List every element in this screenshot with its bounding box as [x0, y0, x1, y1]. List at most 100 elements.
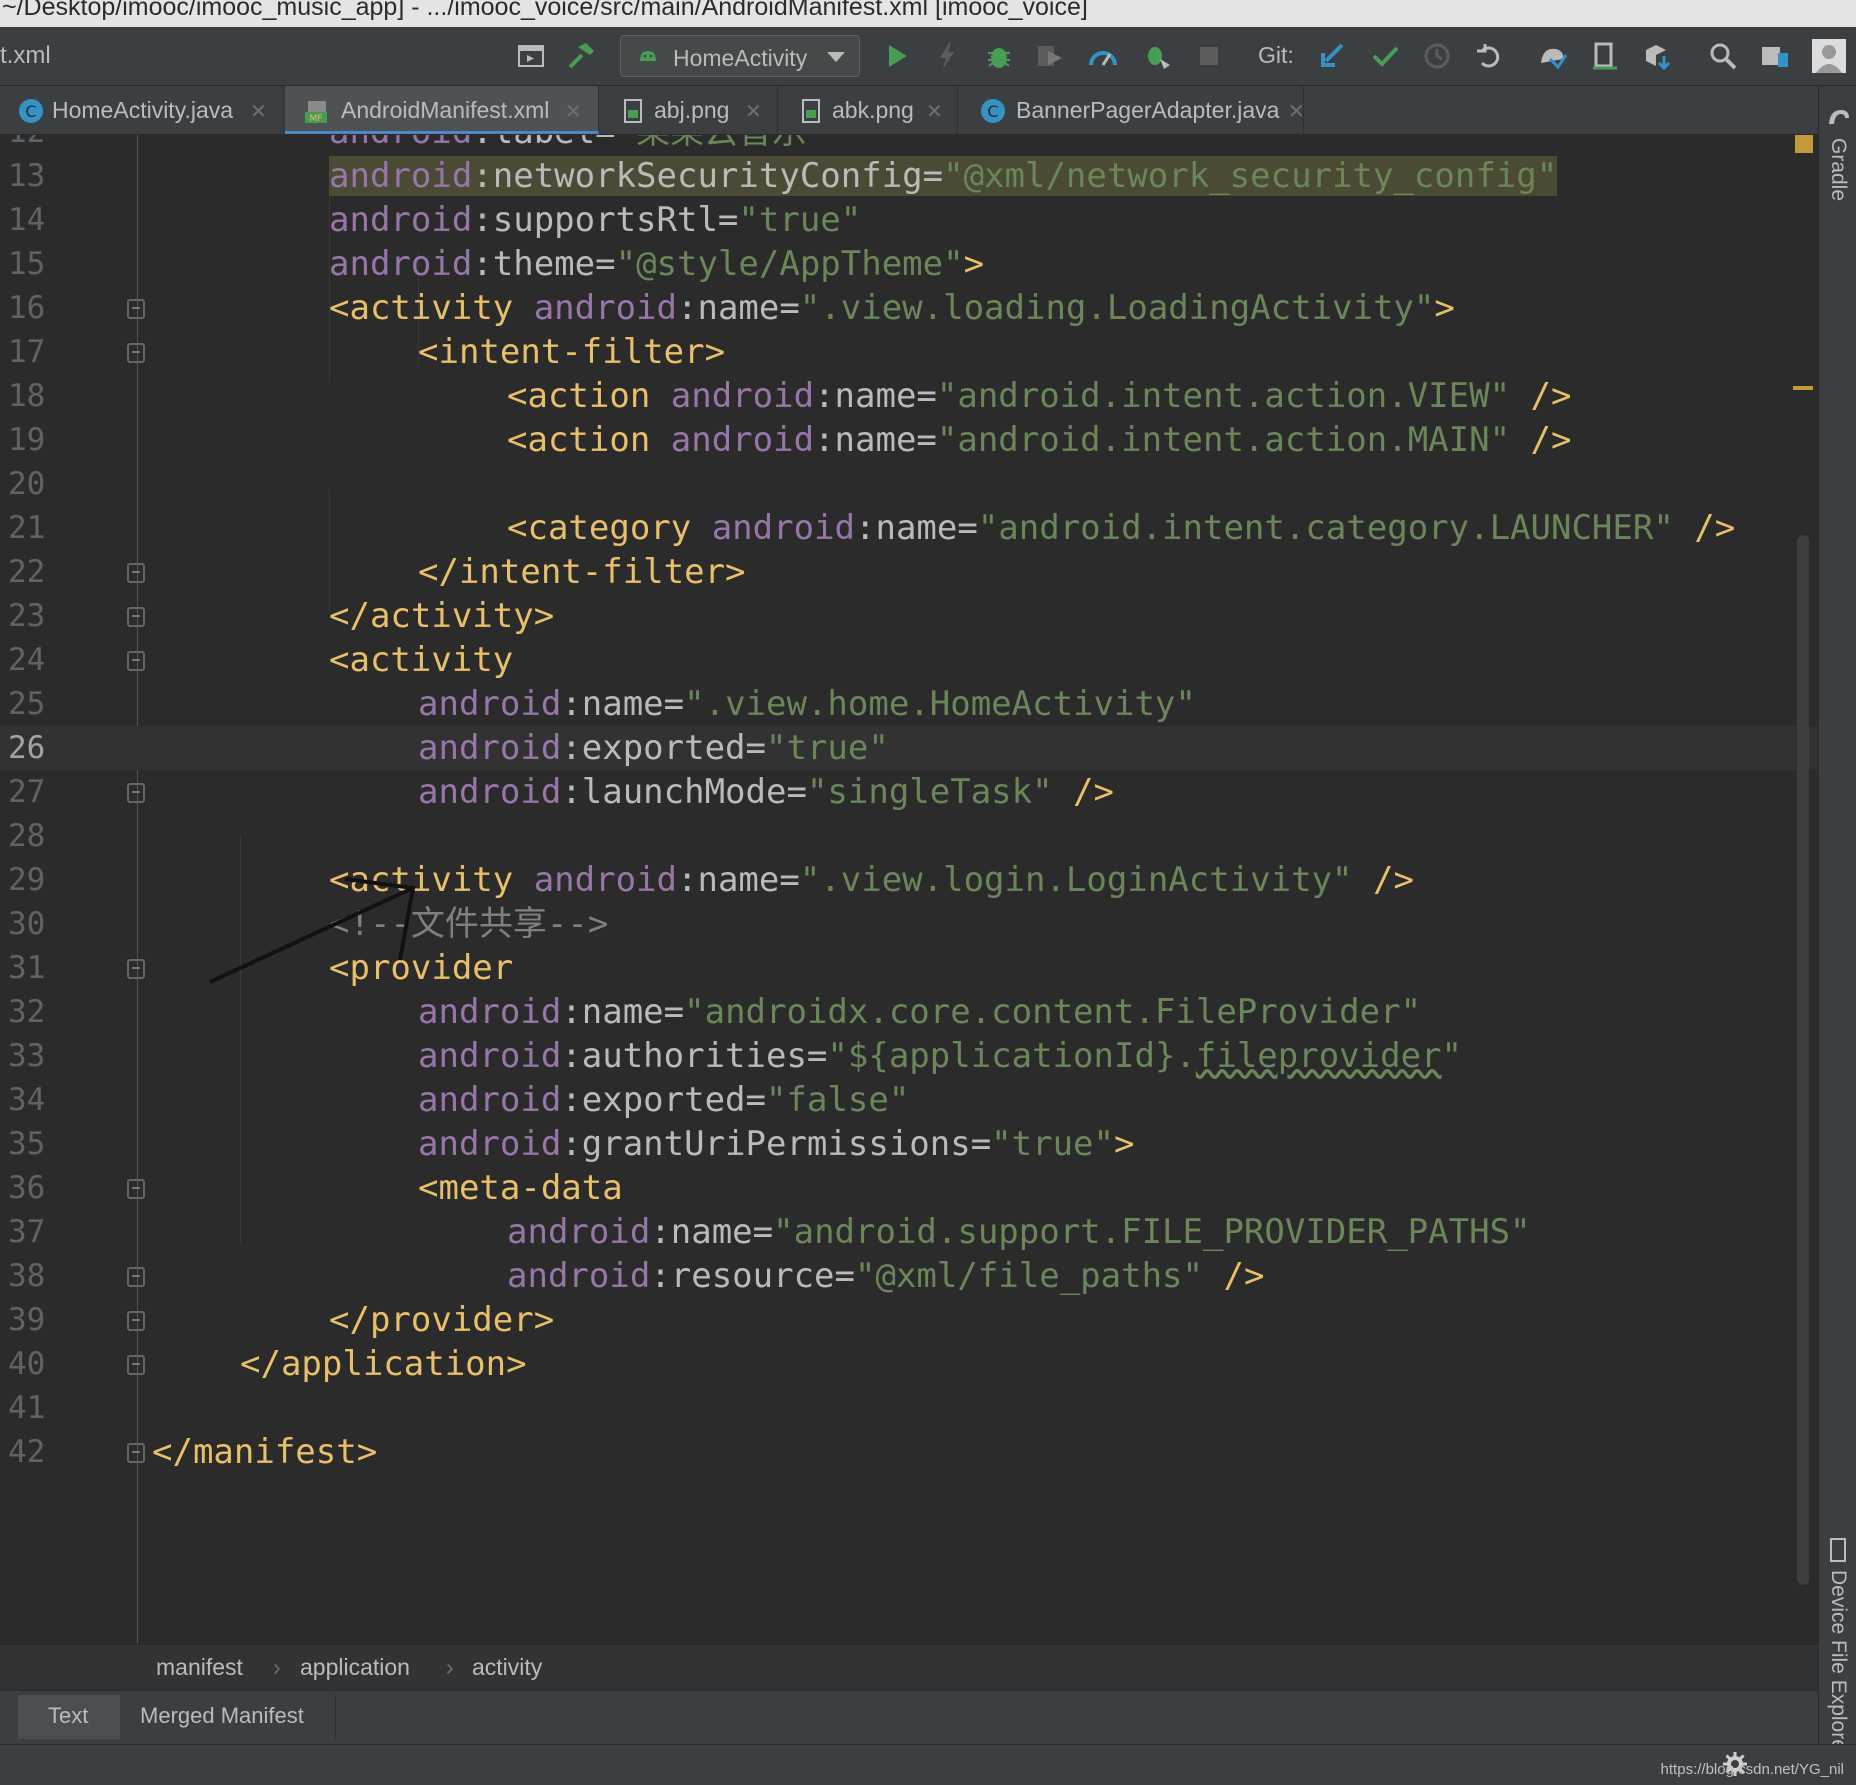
code-line[interactable]: 12 android:label="某某云音乐" [0, 135, 1818, 154]
git-commit-icon[interactable] [1370, 41, 1400, 71]
warning-marker[interactable] [1795, 135, 1813, 153]
tab-text[interactable]: Text [18, 1695, 120, 1739]
code-line[interactable]: 22 </intent-filter> [0, 550, 1818, 594]
code-line[interactable]: 14 android:supportsRtl="true" [0, 198, 1818, 242]
fold-marker-icon[interactable] [127, 299, 145, 319]
line-number[interactable]: 20 [8, 462, 58, 506]
git-revert-icon[interactable] [1474, 41, 1504, 71]
stop-icon[interactable] [1194, 41, 1224, 71]
tab-merged-manifest[interactable]: Merged Manifest [122, 1695, 336, 1739]
breadcrumb-item-manifest[interactable]: manifest [156, 1654, 243, 1681]
code-line[interactable]: 40 </application> [0, 1342, 1818, 1386]
line-number[interactable]: 25 [8, 682, 58, 726]
line-number[interactable]: 38 [8, 1254, 58, 1298]
fold-marker-icon[interactable] [127, 1311, 145, 1331]
fold-marker-icon[interactable] [127, 959, 145, 979]
code-line[interactable]: 33 android:authorities="${applicationId}.… [0, 1034, 1818, 1078]
device-file-explorer-button[interactable]: Device File Explorer [1826, 1570, 1850, 1758]
attach-debugger-icon[interactable] [1142, 41, 1172, 71]
tab-banner-pager-adapter[interactable]: C BannerPagerAdapter.java ✕ [958, 86, 1305, 134]
line-number[interactable]: 32 [8, 990, 58, 1034]
line-number[interactable]: 14 [8, 198, 58, 242]
line-number[interactable]: 16 [8, 286, 58, 330]
code-line[interactable]: 19 <action android:name="android.intent.a… [0, 418, 1818, 462]
close-icon[interactable]: ✕ [745, 99, 762, 124]
close-icon[interactable]: ✕ [565, 99, 582, 124]
line-number[interactable]: 31 [8, 946, 58, 990]
fold-marker-icon[interactable] [127, 783, 145, 803]
code-line[interactable]: 20 [0, 462, 1818, 506]
line-number[interactable]: 26 [8, 726, 58, 770]
line-number[interactable]: 37 [8, 1210, 58, 1254]
code-line[interactable]: 39 </provider> [0, 1298, 1818, 1342]
line-number[interactable]: 22 [8, 550, 58, 594]
line-number[interactable]: 18 [8, 374, 58, 418]
line-number[interactable]: 15 [8, 242, 58, 286]
project-view-icon[interactable] [1760, 41, 1790, 71]
run-icon[interactable] [882, 41, 912, 71]
sync-gradle-icon[interactable] [1538, 41, 1568, 71]
line-number[interactable]: 21 [8, 506, 58, 550]
fold-marker-icon[interactable] [127, 1179, 145, 1199]
fold-marker-icon[interactable] [127, 343, 145, 363]
sdk-manager-icon[interactable] [1642, 41, 1672, 71]
line-number[interactable]: 23 [8, 594, 58, 638]
breadcrumb-item-activity[interactable]: activity [472, 1654, 542, 1681]
line-number[interactable]: 17 [8, 330, 58, 374]
profile-icon[interactable] [1088, 41, 1118, 71]
scrollbar[interactable] [1797, 535, 1809, 1585]
line-number[interactable]: 39 [8, 1298, 58, 1342]
code-line[interactable]: 16 <activity android:name=".view.loading.… [0, 286, 1818, 330]
line-number[interactable]: 33 [8, 1034, 58, 1078]
fold-marker-icon[interactable] [127, 563, 145, 583]
code-line[interactable]: 35 android:grantUriPermissions="true"> [0, 1122, 1818, 1166]
fold-marker-icon[interactable] [127, 651, 145, 671]
tab-android-manifest[interactable]: MF AndroidManifest.xml ✕ [285, 86, 599, 134]
fold-marker-icon[interactable] [127, 1267, 145, 1287]
code-line[interactable]: 41 [0, 1386, 1818, 1430]
fold-marker-icon[interactable] [127, 1443, 145, 1463]
git-update-icon[interactable] [1318, 41, 1348, 71]
run-configuration-dropdown[interactable]: HomeActivity [620, 35, 860, 77]
code-line[interactable]: 36 <meta-data [0, 1166, 1818, 1210]
close-icon[interactable]: ✕ [1288, 99, 1305, 124]
line-number[interactable]: 41 [8, 1386, 58, 1430]
user-avatar-icon[interactable] [1812, 39, 1846, 73]
code-line[interactable]: 37 android:name="android.support.FILE_PRO… [0, 1210, 1818, 1254]
code-line[interactable]: 25 android:name=".view.home.HomeActivity" [0, 682, 1818, 726]
line-number[interactable]: 19 [8, 418, 58, 462]
code-line[interactable]: 13 android:networkSecurityConfig="@xml/ne… [0, 154, 1818, 198]
debug-bug-icon[interactable] [984, 41, 1014, 71]
close-icon[interactable]: ✕ [926, 99, 943, 124]
code-line[interactable]: 15 android:theme="@style/AppTheme"> [0, 242, 1818, 286]
gradle-panel-button[interactable]: Gradle [1826, 138, 1850, 201]
line-number[interactable]: 27 [8, 770, 58, 814]
code-line[interactable]: 38 android:resource="@xml/file_paths" /> [0, 1254, 1818, 1298]
code-line[interactable]: 18 <action android:name="android.intent.a… [0, 374, 1818, 418]
fold-marker-icon[interactable] [127, 1355, 145, 1375]
code-line[interactable]: 34 android:exported="false" [0, 1078, 1818, 1122]
scroll-marker[interactable] [1793, 386, 1813, 390]
line-number[interactable]: 34 [8, 1078, 58, 1122]
line-number[interactable]: 36 [8, 1166, 58, 1210]
search-icon[interactable] [1708, 41, 1738, 71]
avd-manager-icon[interactable] [1590, 41, 1620, 71]
line-number[interactable]: 29 [8, 858, 58, 902]
coverage-icon[interactable] [1034, 41, 1064, 71]
line-number[interactable]: 13 [8, 154, 58, 198]
code-editor[interactable]: 12android:label="某某云音乐"13android:network… [0, 135, 1818, 1643]
git-history-icon[interactable] [1422, 41, 1452, 71]
tab-abj-png[interactable]: abj.png ✕ [600, 86, 778, 134]
line-number[interactable]: 12 [8, 135, 58, 154]
tab-home-activity[interactable]: C HomeActivity.java ✕ [0, 86, 284, 134]
project-structure-icon[interactable] [516, 41, 546, 71]
code-line[interactable]: 42 </manifest> [0, 1430, 1818, 1474]
line-number[interactable]: 40 [8, 1342, 58, 1386]
code-line[interactable]: 21 <category android:name="android.intent… [0, 506, 1818, 550]
code-line[interactable]: 24 <activity [0, 638, 1818, 682]
apply-changes-icon[interactable] [932, 41, 962, 71]
breadcrumb-item-application[interactable]: application [300, 1654, 410, 1681]
code-line[interactable]: 23 </activity> [0, 594, 1818, 638]
line-number[interactable]: 42 [8, 1430, 58, 1474]
line-number[interactable]: 28 [8, 814, 58, 858]
